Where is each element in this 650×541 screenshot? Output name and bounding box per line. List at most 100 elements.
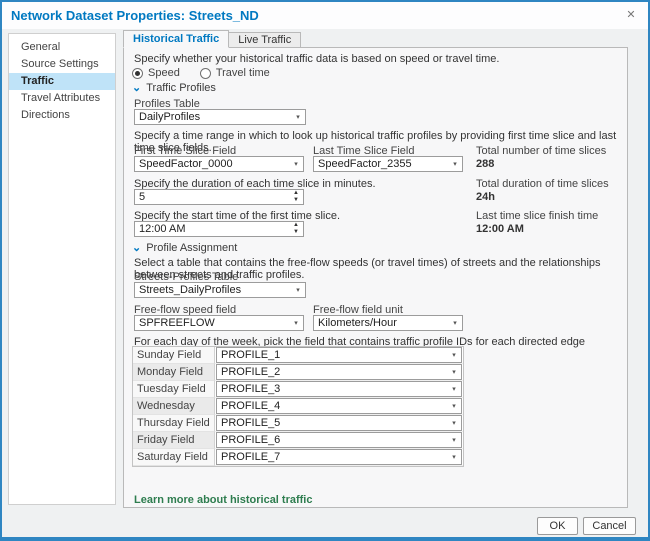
day-fields-table: Sunday Field PROFILE_1 ▾ Monday Field PR… (132, 346, 464, 467)
sunday-field-dropdown[interactable]: PROFILE_1 ▾ (216, 347, 462, 363)
sidebar-item-source-settings[interactable]: Source Settings (9, 56, 115, 73)
table-row: Monday Field PROFILE_2 ▾ (133, 364, 463, 381)
sunday-field-cell: PROFILE_1 ▾ (215, 347, 463, 364)
profiles-table-value: DailyProfiles (135, 111, 291, 123)
saturday-field-label: Saturday Field (133, 449, 215, 466)
dropdown-arrow-icon: ▾ (447, 402, 461, 410)
travel-time-radio-label: Travel time (216, 67, 270, 79)
travel-time-radio[interactable]: Travel time (200, 67, 270, 79)
sidebar-item-general[interactable]: General (9, 39, 115, 56)
dropdown-arrow-icon: ▾ (448, 160, 462, 168)
friday-field-label: Friday Field (133, 432, 215, 449)
speed-or-travel-radio-group: Speed Travel time (132, 67, 270, 79)
traffic-profiles-section-header[interactable]: ⌄ Traffic Profiles (132, 82, 216, 94)
dropdown-arrow-icon: ▾ (447, 351, 461, 359)
wednesday-field-dropdown[interactable]: PROFILE_4 ▾ (216, 398, 462, 414)
wednesday-field-cell: PROFILE_4 ▾ (215, 398, 463, 415)
speed-radio-label: Speed (148, 67, 180, 79)
table-row: Friday Field PROFILE_6 ▾ (133, 432, 463, 449)
saturday-field-cell: PROFILE_7 ▾ (215, 449, 463, 466)
monday-field-cell: PROFILE_2 ▾ (215, 364, 463, 381)
tuesday-field-cell: PROFILE_3 ▾ (215, 381, 463, 398)
table-row: Thursday Field PROFILE_5 ▾ (133, 415, 463, 432)
total-duration-value: 24h (476, 191, 495, 203)
network-dataset-properties-dialog: Network Dataset Properties: Streets_ND ✕… (0, 0, 650, 541)
historical-traffic-panel: Specify whether your historical traffic … (123, 47, 628, 508)
sunday-field-value: PROFILE_1 (217, 349, 447, 361)
spinner-buttons: ▲ ▼ (289, 222, 303, 236)
spinner-buttons: ▲ ▼ (289, 190, 303, 204)
spinner-up-icon[interactable]: ▲ (289, 190, 303, 197)
finish-time-label: Last time slice finish time (476, 210, 598, 222)
dropdown-arrow-icon: ▾ (448, 319, 462, 327)
thursday-field-value: PROFILE_5 (217, 417, 447, 429)
tuesday-field-label: Tuesday Field (133, 381, 215, 398)
start-time-spinner[interactable]: 12:00 AM ▲ ▼ (134, 221, 304, 237)
profile-assignment-section-header[interactable]: ⌄ Profile Assignment (132, 242, 237, 254)
profiles-table-dropdown[interactable]: DailyProfiles ▾ (134, 109, 306, 125)
title-bar: Network Dataset Properties: Streets_ND ✕ (2, 2, 648, 29)
dropdown-arrow-icon: ▾ (291, 113, 305, 121)
speed-radio[interactable]: Speed (132, 67, 180, 79)
table-row: Sunday Field PROFILE_1 ▾ (133, 347, 463, 364)
saturday-field-value: PROFILE_7 (217, 451, 447, 463)
monday-field-value: PROFILE_2 (217, 366, 447, 378)
sidebar-item-directions[interactable]: Directions (9, 107, 115, 124)
friday-field-dropdown[interactable]: PROFILE_6 ▾ (216, 432, 462, 448)
dropdown-arrow-icon: ▾ (289, 319, 303, 327)
wednesday-field-value: PROFILE_4 (217, 400, 447, 412)
streets-table-value: Streets_DailyProfiles (135, 284, 291, 296)
tab-historical-traffic[interactable]: Historical Traffic (123, 30, 229, 48)
table-row: Saturday Field PROFILE_7 ▾ (133, 449, 463, 466)
table-row: Tuesday Field PROFILE_3 ▾ (133, 381, 463, 398)
spinner-up-icon[interactable]: ▲ (289, 222, 303, 229)
radio-selected-icon (132, 68, 143, 79)
friday-field-value: PROFILE_6 (217, 434, 447, 446)
saturday-field-dropdown[interactable]: PROFILE_7 ▾ (216, 449, 462, 465)
thursday-field-label: Thursday Field (133, 415, 215, 432)
friday-field-cell: PROFILE_6 ▾ (215, 432, 463, 449)
chevron-down-icon: ⌄ (132, 84, 141, 93)
monday-field-dropdown[interactable]: PROFILE_2 ▾ (216, 364, 462, 380)
duration-value: 5 (135, 190, 289, 204)
last-slice-value: SpeedFactor_2355 (314, 158, 448, 170)
learn-more-link[interactable]: Learn more about historical traffic (134, 494, 312, 506)
radio-unselected-icon (200, 68, 211, 79)
sidebar: General Source Settings Traffic Travel A… (8, 33, 116, 505)
freeflow-unit-dropdown[interactable]: Kilometers/Hour ▾ (313, 315, 463, 331)
wednesday-field-label: Wednesday Field (133, 398, 215, 415)
cancel-button[interactable]: Cancel (583, 517, 636, 535)
freeflow-unit-value: Kilometers/Hour (314, 317, 448, 329)
sunday-field-label: Sunday Field (133, 347, 215, 364)
dialog-title: Network Dataset Properties: Streets_ND (11, 8, 259, 23)
streets-table-dropdown[interactable]: Streets_DailyProfiles ▾ (134, 282, 306, 298)
monday-field-label: Monday Field (133, 364, 215, 381)
sidebar-item-traffic[interactable]: Traffic (9, 73, 115, 90)
dropdown-arrow-icon: ▾ (447, 368, 461, 376)
freeflow-field-value: SPFREEFLOW (135, 317, 289, 329)
dropdown-arrow-icon: ▾ (291, 286, 305, 294)
last-slice-dropdown[interactable]: SpeedFactor_2355 ▾ (313, 156, 463, 172)
first-slice-dropdown[interactable]: SpeedFactor_0000 ▾ (134, 156, 304, 172)
start-time-value: 12:00 AM (135, 222, 289, 236)
first-slice-value: SpeedFactor_0000 (135, 158, 289, 170)
thursday-field-dropdown[interactable]: PROFILE_5 ▾ (216, 415, 462, 431)
spinner-down-icon[interactable]: ▼ (289, 229, 303, 236)
tuesday-field-value: PROFILE_3 (217, 383, 447, 395)
spinner-down-icon[interactable]: ▼ (289, 197, 303, 204)
chevron-down-icon: ⌄ (132, 244, 141, 253)
tuesday-field-dropdown[interactable]: PROFILE_3 ▾ (216, 381, 462, 397)
sidebar-item-travel-attributes[interactable]: Travel Attributes (9, 90, 115, 107)
dropdown-arrow-icon: ▾ (447, 385, 461, 393)
dropdown-arrow-icon: ▾ (447, 419, 461, 427)
finish-time-value: 12:00 AM (476, 223, 524, 235)
tab-live-traffic[interactable]: Live Traffic (229, 32, 301, 48)
ok-button[interactable]: OK (537, 517, 578, 535)
table-row: Wednesday Field PROFILE_4 ▾ (133, 398, 463, 415)
traffic-profiles-section-title: Traffic Profiles (146, 82, 216, 94)
freeflow-field-dropdown[interactable]: SPFREEFLOW ▾ (134, 315, 304, 331)
close-icon[interactable]: ✕ (622, 6, 640, 24)
duration-spinner[interactable]: 5 ▲ ▼ (134, 189, 304, 205)
tab-strip: Historical Traffic Live Traffic (123, 30, 301, 48)
total-slices-label: Total number of time slices (476, 145, 606, 157)
